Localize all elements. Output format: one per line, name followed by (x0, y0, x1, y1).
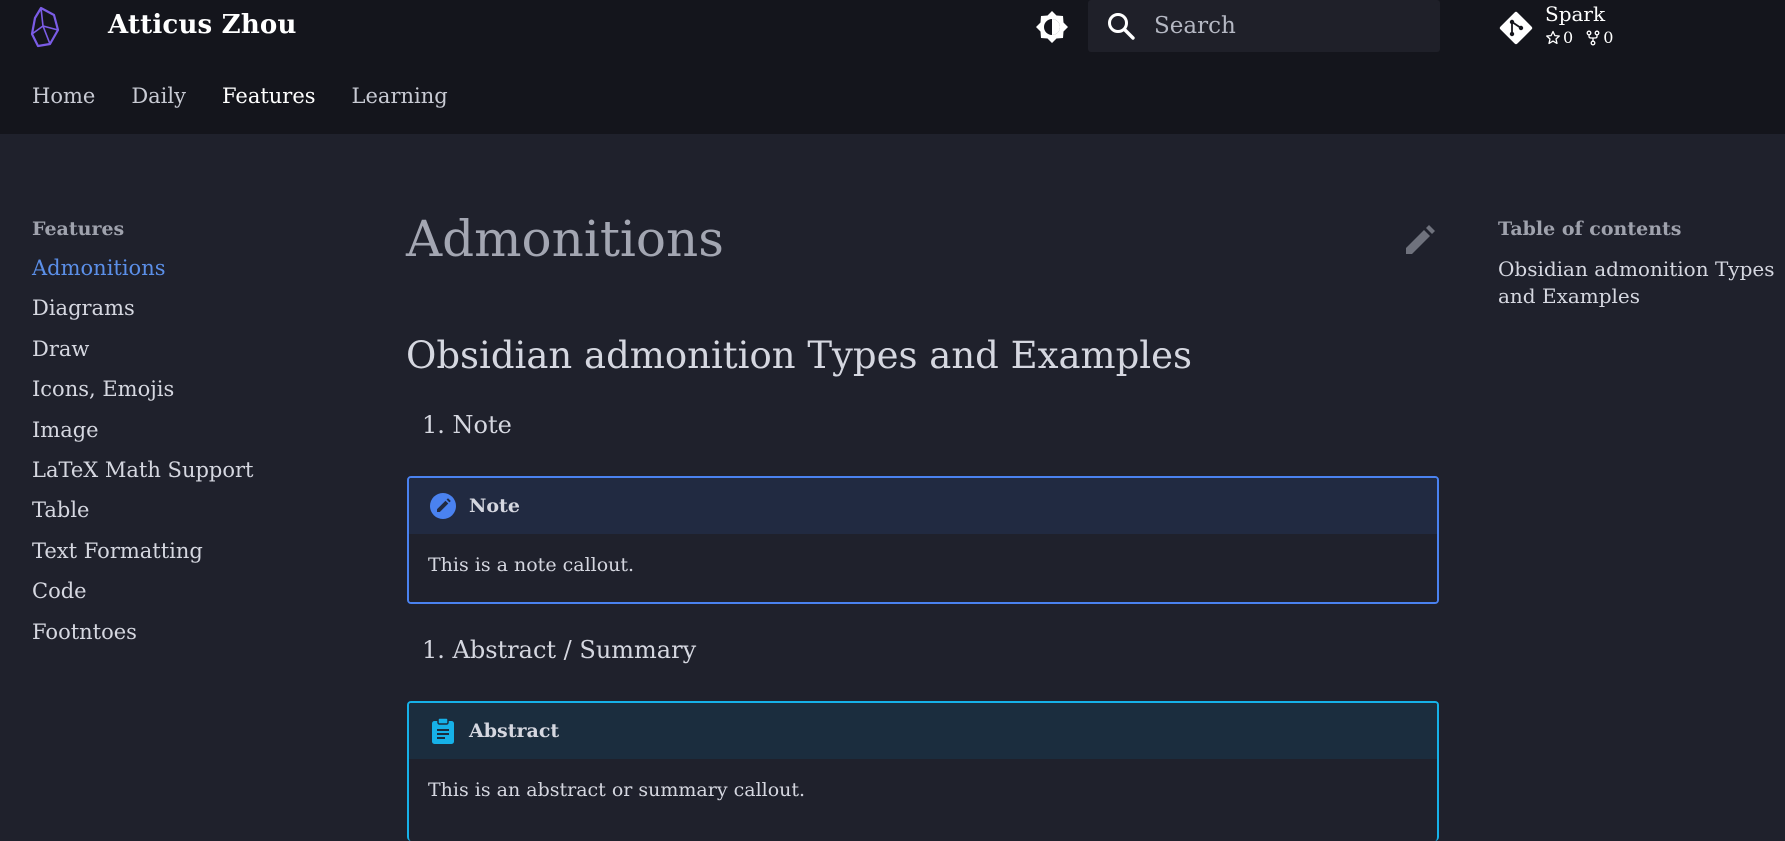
list-item-note: 1. Note (422, 411, 512, 439)
repo-stats: 0 0 (1545, 28, 1625, 47)
git-icon (1499, 11, 1533, 45)
sidebar-item-draw[interactable]: Draw (32, 335, 332, 375)
star-count: 0 (1563, 28, 1574, 47)
callout-body: This is a note callout. (409, 534, 1437, 602)
page-title: Admonitions (406, 210, 724, 268)
edit-page-icon[interactable] (1402, 224, 1436, 258)
sidebar-item-text-formatting[interactable]: Text Formatting (32, 537, 332, 577)
star-icon (1546, 30, 1560, 44)
abstract-callout: Abstract This is an abstract or summary … (407, 701, 1439, 841)
pencil-circle-icon (430, 493, 456, 519)
callout-title: Note (469, 495, 520, 517)
sidebar-item-image[interactable]: Image (32, 416, 332, 456)
callout-header: Abstract (409, 703, 1437, 759)
list-item-abstract: 1. Abstract / Summary (422, 636, 697, 664)
sidebar-item-admonitions[interactable]: Admonitions (32, 254, 332, 294)
sidebar-nav: Features Admonitions Diagrams Draw Icons… (32, 216, 332, 658)
sidebar-item-code[interactable]: Code (32, 577, 332, 617)
toc-title: Table of contents (1498, 218, 1682, 240)
toc-item[interactable]: Obsidian admonition Types and Examples (1498, 256, 1785, 310)
callout-header: Note (409, 478, 1437, 534)
search-input[interactable] (1152, 6, 1428, 46)
section-heading: Obsidian admonition Types and Examples (406, 334, 1193, 377)
tab-learning[interactable]: Learning (352, 84, 448, 108)
sidebar-item-icons-emojis[interactable]: Icons, Emojis (32, 375, 332, 415)
sidebar-item-footnotes[interactable]: Footntoes (32, 618, 332, 658)
search-box[interactable] (1088, 0, 1440, 52)
callout-body: This is an abstract or summary callout. (409, 759, 1437, 827)
search-icon (1108, 13, 1135, 40)
clipboard-icon (432, 717, 454, 744)
sidebar-item-table[interactable]: Table (32, 496, 332, 536)
theme-toggle-icon[interactable] (1034, 9, 1070, 45)
tab-features[interactable]: Features (222, 84, 316, 108)
site-title[interactable]: Atticus Zhou (108, 10, 297, 40)
sidebar-title: Features (32, 218, 125, 240)
fork-icon (1586, 30, 1600, 45)
tab-home[interactable]: Home (32, 84, 95, 108)
table-of-contents: Table of contents Obsidian admonition Ty… (1498, 216, 1785, 310)
sidebar-item-diagrams[interactable]: Diagrams (32, 294, 332, 334)
obsidian-logo-icon[interactable] (28, 6, 62, 48)
repo-name: Spark (1545, 2, 1606, 26)
fork-count: 0 (1603, 28, 1614, 47)
tab-daily[interactable]: Daily (131, 84, 186, 108)
callout-title: Abstract (469, 720, 560, 742)
top-header: Atticus Zhou Spark 0 (0, 0, 1785, 134)
nav-tabs: Home Daily Features Learning (32, 84, 484, 108)
note-callout: Note This is a note callout. (407, 476, 1439, 604)
sidebar-item-latex[interactable]: LaTeX Math Support (32, 456, 332, 496)
